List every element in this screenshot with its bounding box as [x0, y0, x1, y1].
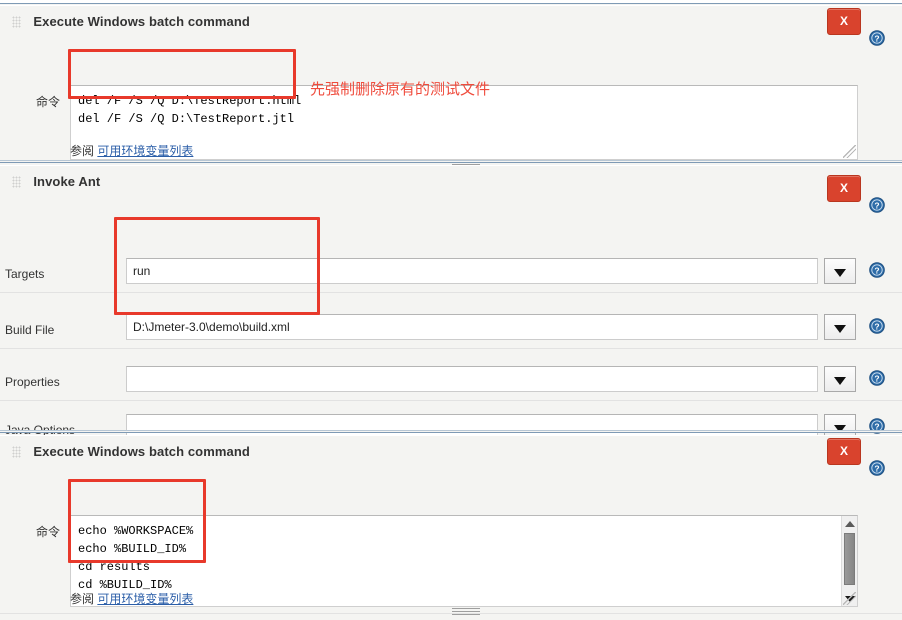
close-button[interactable]: X	[827, 175, 861, 202]
jenkins-build-steps-page: Execute Windows batch command X ? 命令 del…	[0, 0, 902, 620]
resize-handle-icon[interactable]	[843, 145, 856, 158]
field-label: Targets	[5, 267, 45, 281]
env-vars-link[interactable]: 可用环境变量列表	[97, 144, 193, 158]
build-file-dropdown-button[interactable]	[824, 314, 856, 340]
field-label: Properties	[5, 375, 60, 389]
help-icon[interactable]: ?	[869, 318, 885, 334]
svg-text:?: ?	[874, 374, 879, 384]
drag-handle-icon[interactable]	[12, 175, 21, 188]
section-header-2: Invoke Ant	[0, 166, 902, 200]
help-icon[interactable]: ?	[869, 30, 885, 46]
row-divider	[0, 613, 902, 614]
svg-text:?: ?	[874, 464, 879, 474]
svg-text:?: ?	[874, 34, 879, 44]
reference-note-1: 参阅 可用环境变量列表	[70, 142, 193, 159]
targets-dropdown-button[interactable]	[824, 258, 856, 284]
help-icon[interactable]: ?	[869, 262, 885, 278]
close-button[interactable]: X	[827, 438, 861, 465]
help-icon[interactable]: ?	[869, 197, 885, 213]
reference-prefix: 参阅	[70, 592, 95, 606]
resize-handle-icon[interactable]	[843, 592, 856, 605]
row-divider	[0, 292, 902, 293]
drag-handle-icon[interactable]	[12, 15, 21, 28]
chevron-down-icon	[834, 376, 846, 385]
section-header-3: Execute Windows batch command	[0, 436, 902, 470]
section-title: Invoke Ant	[33, 174, 101, 190]
annotation-text-1: 先强制删除原有的测试文件	[310, 80, 491, 98]
reference-prefix: 参阅	[70, 144, 95, 158]
svg-text:?: ?	[874, 201, 879, 211]
command-textarea[interactable]: echo %WORKSPACE% echo %BUILD_ID% cd resu…	[78, 522, 839, 594]
reference-note-2: 参阅 可用环境变量列表	[70, 590, 193, 607]
chevron-down-icon	[834, 268, 846, 277]
properties-input[interactable]	[126, 366, 818, 392]
command-label: 命令	[35, 95, 60, 109]
row-divider	[0, 348, 902, 349]
chevron-down-icon	[834, 324, 846, 333]
svg-text:?: ?	[874, 322, 879, 332]
scrollbar-thumb[interactable]	[844, 533, 855, 585]
section-header-1: Execute Windows batch command	[0, 6, 902, 40]
help-icon[interactable]: ?	[869, 460, 885, 476]
close-button[interactable]: X	[827, 8, 861, 35]
section-invoke-ant: Invoke Ant X ? Targets ?	[0, 165, 902, 440]
scroll-up-icon[interactable]	[842, 516, 857, 531]
field-label: Build File	[5, 323, 55, 337]
build-file-input[interactable]	[126, 314, 818, 340]
drag-handle-icon[interactable]	[12, 445, 21, 458]
targets-input[interactable]	[126, 258, 818, 284]
svg-text:?: ?	[874, 266, 879, 276]
section-execute-batch-2: Execute Windows batch command X ? 命令 ech…	[0, 435, 902, 620]
properties-dropdown-button[interactable]	[824, 366, 856, 392]
top-separator	[0, 0, 902, 4]
command-label: 命令	[35, 525, 60, 539]
env-vars-link[interactable]: 可用环境变量列表	[97, 592, 193, 606]
section-title: Execute Windows batch command	[33, 14, 250, 30]
help-icon[interactable]: ?	[869, 370, 885, 386]
row-divider	[0, 400, 902, 401]
section-separator-1	[0, 160, 902, 163]
section-title: Execute Windows batch command	[33, 444, 250, 460]
section-execute-batch-1: Execute Windows batch command X ? 命令 del…	[0, 5, 902, 170]
section-separator-2	[0, 430, 902, 433]
